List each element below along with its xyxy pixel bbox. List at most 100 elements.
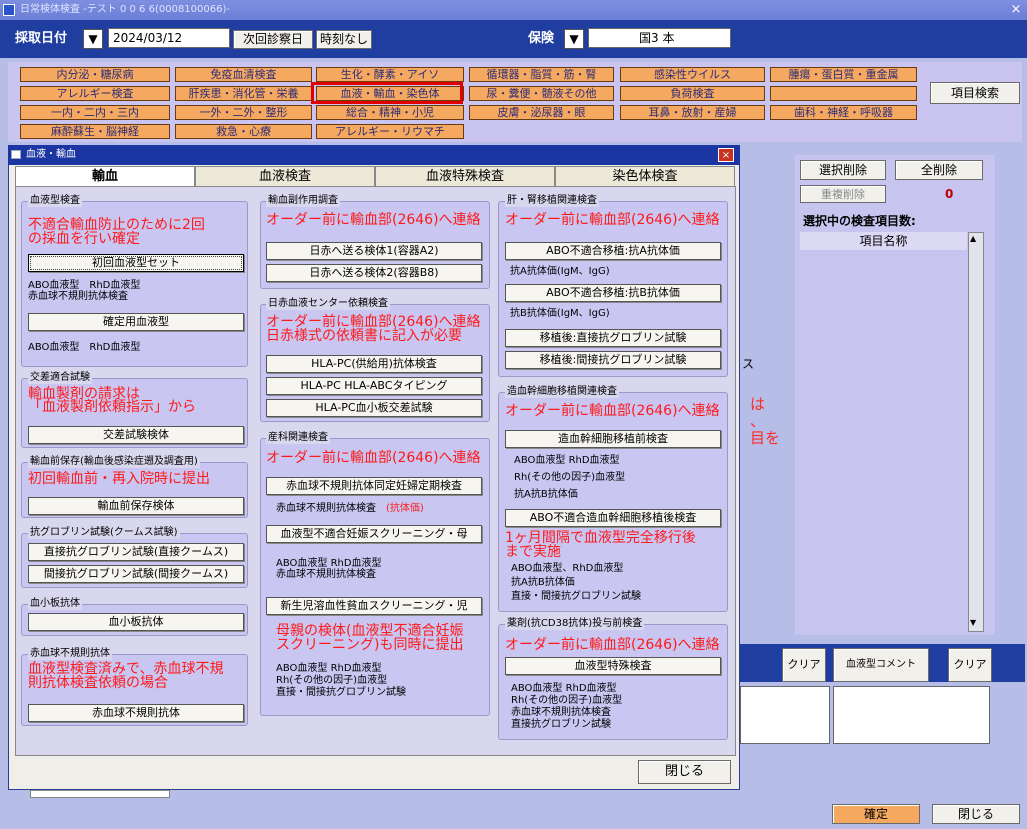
group-title: 交差適合試験 [28,372,92,384]
test-list-text: 赤血球不規則抗体検査 [28,291,128,302]
blood-type-comment-field[interactable] [833,686,990,744]
warning-text: 「血液製剤依頼指示」から [28,399,196,415]
hla-abc-typing-button[interactable]: HLA-PC HLA-ABCタイピング [266,377,482,395]
side-note-text: は、目を [750,395,781,447]
clear-comment-button[interactable]: クリア [948,648,992,682]
category-button[interactable]: 腫瘍・蛋白質・重金属 [770,67,917,82]
test-list-text: Rh(その他の因子)血液型 [276,675,388,686]
comment-field[interactable] [740,686,830,744]
main-close-button[interactable]: 閉じる [932,804,1020,824]
warning-text: 血液型検査済みで、赤血球不規 [28,661,224,677]
no-time-button[interactable]: 時刻なし [316,30,372,49]
test-list-text: ABO血液型 RhD血液型 [511,683,617,694]
hla-platelet-crossmatch-button[interactable]: HLA-PC血小板交差試験 [266,399,482,417]
anti-b-titer-button[interactable]: ABO不適合移植:抗B抗体価 [505,284,721,302]
blood-type-special-button[interactable]: 血液型特殊検査 [505,657,721,675]
group-title: 肝・腎移植関連検査 [505,195,599,207]
category-button[interactable]: 肝疾患・消化管・栄養 [175,86,312,101]
window-close-button[interactable]: × [1006,0,1026,20]
dup-delete-button[interactable]: 重複削除 [800,185,886,203]
blood-type-comment-button[interactable]: 血液型コメント [833,648,929,682]
category-button[interactable]: 生化・酵素・アイソ [316,67,464,82]
insurance-dropdown-button[interactable]: ▼ [564,29,584,49]
category-button[interactable]: 循環器・脂質・筋・腎 [469,67,614,82]
hsc-post-transplant-button[interactable]: ABO不適合造血幹細胞移植後検査 [505,509,721,527]
category-button[interactable]: 免疫血清検査 [175,67,312,82]
indirect-coombs-button[interactable]: 間接抗グロブリン試験(間接クームス) [28,565,244,583]
hsc-pre-transplant-button[interactable]: 造血幹細胞移植前検査 [505,430,721,448]
scroll-up-icon[interactable]: ▲ [970,234,976,243]
category-button[interactable]: 一内・二内・三内 [20,105,170,120]
jrc-sample2-button[interactable]: 日赤へ送る検体2(容器B8) [266,264,482,282]
selected-count-label: 選択中の検査項目数: [803,214,916,228]
hla-pc-antibody-button[interactable]: HLA-PC(供給用)抗体検査 [266,355,482,373]
confirm-blood-type-button[interactable]: 確定用血液型 [28,313,244,331]
tab-chromosome[interactable]: 染色体検査 [555,166,735,186]
warning-text: の採血を行い確定 [28,231,140,247]
irregular-antibody-button[interactable]: 赤血球不規則抗体 [28,704,244,722]
next-visit-button[interactable]: 次回診察日 [233,30,313,49]
test-list-text: Rh(その他の因子)血液型 [514,472,626,483]
dialog-close-button[interactable]: 閉じる [638,760,731,784]
jrc-sample1-button[interactable]: 日赤へ送る検体1(容器A2) [266,242,482,260]
warning-text: スクリーニング)も同時に提出 [276,637,464,653]
selected-category-highlight [311,82,463,104]
crossmatch-sample-button[interactable]: 交差試験検体 [28,426,244,444]
test-list-text: Rh(その他の因子)血液型 [511,695,623,706]
newborn-hemolytic-button[interactable]: 新生児溶血性貧血スクリーニング・児 [266,597,482,615]
category-button[interactable]: 皮膚・泌尿器・眼 [469,105,614,120]
date-input[interactable]: 2024/03/12 [108,28,230,48]
category-button[interactable] [770,86,917,101]
selected-items-list [800,250,967,632]
test-list-text: 赤血球不規則抗体検査 (抗体価) [276,503,424,514]
category-button[interactable]: 麻酔蘇生・脳神経 [20,124,170,139]
test-list-text: 抗A抗体価(IgM、IgG) [510,266,610,277]
anti-a-titer-button[interactable]: ABO不適合移植:抗A抗体価 [505,242,721,260]
date-dropdown-button[interactable]: ▼ [83,29,103,49]
scroll-down-icon[interactable]: ▼ [970,618,976,627]
tab-special-blood-test[interactable]: 血液特殊検査 [375,166,555,186]
group-title: 抗グロブリン試験(クームス試験) [28,527,180,539]
abo-incompatible-mother-button[interactable]: 血液型不適合妊娠スクリーニング・母 [266,525,482,543]
test-list-text: 赤血球不規則抗体検査 [276,569,376,580]
warning-text: 母親の検体(血液型不適合妊娠 [276,623,464,639]
warning-text: オーダー前に輸血部(2646)へ連絡 [266,450,481,466]
warning-text: 日赤様式の依頼書に記入が必要 [266,328,462,344]
test-list-text: 直接抗グロブリン試験 [511,719,611,730]
category-button[interactable]: 内分泌・糖尿病 [20,67,170,82]
platelet-antibody-button[interactable]: 血小板抗体 [28,613,244,631]
category-button[interactable]: 負荷検査 [620,86,765,101]
direct-coombs-button[interactable]: 直接抗グロブリン試験(直接クームス) [28,543,244,561]
all-delete-button[interactable]: 全削除 [895,160,983,180]
date-label: 採取日付 [15,31,68,46]
initial-blood-type-button[interactable]: 初回血液型セット [28,254,244,272]
post-transplant-indirect-button[interactable]: 移植後:間接抗グロブリン試験 [505,351,721,369]
dialog-close-x-button[interactable]: × [718,148,734,162]
select-delete-button[interactable]: 選択削除 [800,160,886,180]
tab-blood-test[interactable]: 血液検査 [195,166,375,186]
tab-transfusion[interactable]: 輸血 [15,166,195,187]
category-button[interactable]: 一外・二外・整形 [175,105,312,120]
category-button[interactable]: 尿・糞便・髄液その他 [469,86,614,101]
pre-storage-sample-button[interactable]: 輸血前保存検体 [28,497,244,515]
category-button[interactable]: 歯科・神経・呼吸器 [770,105,917,120]
test-list-text: 抗B抗体価(IgM、IgG) [510,308,610,319]
test-list-text: 直接・間接抗グロブリン試験 [511,591,641,602]
dialog-icon [11,150,21,159]
category-button[interactable]: 感染性ウイルス [620,67,765,82]
post-transplant-direct-button[interactable]: 移植後:直接抗グロブリン試験 [505,329,721,347]
category-button[interactable]: アレルギー・リウマチ [316,124,464,139]
category-button[interactable]: アレルギー検査 [20,86,170,101]
pregnancy-irregular-antibody-button[interactable]: 赤血球不規則抗体同定妊婦定期検査 [266,477,482,495]
warning-text: オーダー前に輸血部(2646)へ連絡 [505,637,720,653]
insurance-input[interactable]: 国3 本 [588,28,731,48]
category-button[interactable]: 耳鼻・放射・産婦 [620,105,765,120]
category-button[interactable]: 総合・精神・小児 [316,105,464,120]
list-scrollbar[interactable] [968,232,984,632]
item-search-button[interactable]: 項目検索 [930,82,1020,104]
clear-button[interactable]: クリア [782,648,826,682]
group-title: 薬剤(抗CD38抗体)投与前検査 [505,618,645,630]
confirm-button[interactable]: 確定 [832,804,920,824]
category-button[interactable]: 救急・心療 [175,124,312,139]
test-list-text: 赤血球不規則抗体検査 [511,707,611,718]
